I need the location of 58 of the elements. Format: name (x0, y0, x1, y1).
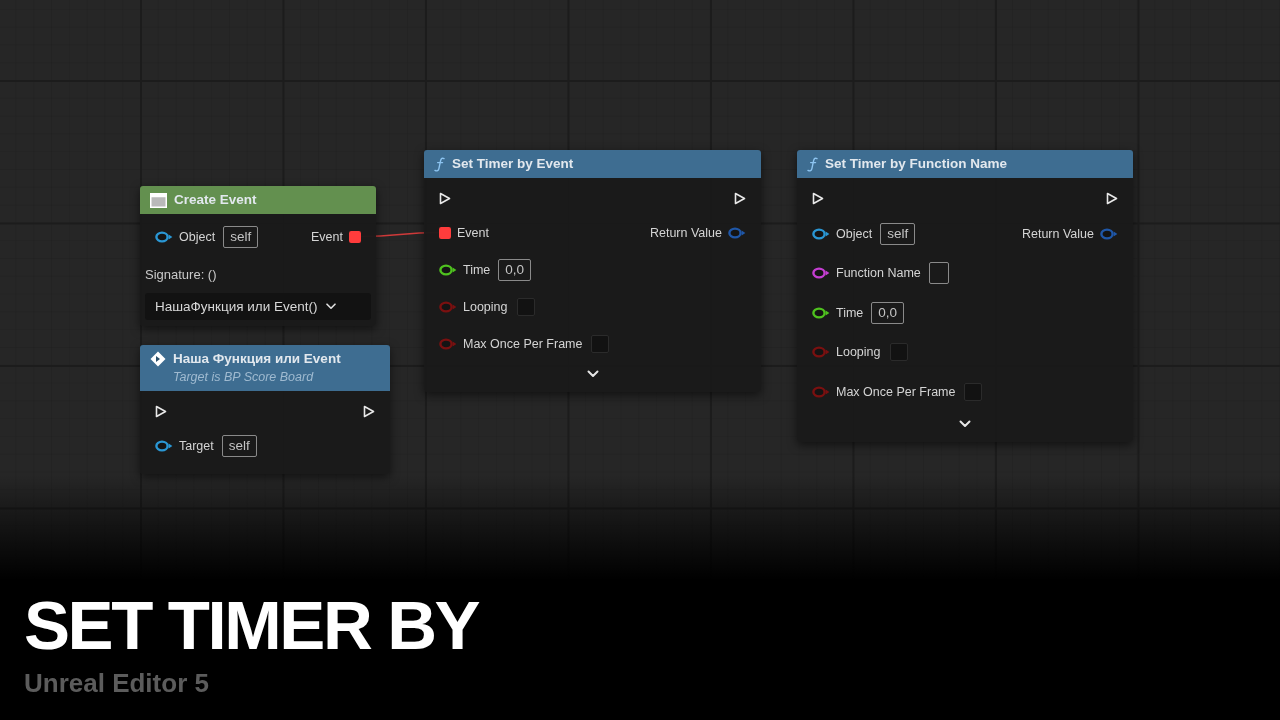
text-field[interactable]: self (221, 434, 257, 457)
signature-label: Signature: () (145, 266, 217, 284)
text-field[interactable]: 0,0 (871, 301, 905, 324)
pin-label: Event (311, 229, 343, 244)
text-field[interactable]: self (223, 225, 259, 248)
triangle-pin-icon[interactable] (812, 191, 824, 205)
pin-label: Looping (463, 299, 508, 314)
triangle-pin-icon[interactable] (363, 404, 375, 418)
graph-node[interactable]: Наша Функция или Event Target is BP Score Board Target self (140, 345, 390, 474)
pin-label: Time (836, 305, 864, 320)
square-pin-icon[interactable] (349, 230, 361, 243)
node-subtitle: Target is BP Score Board (173, 369, 315, 386)
node-title: Наша Функция или Event (173, 350, 341, 368)
checkbox[interactable] (964, 382, 983, 401)
text-field[interactable]: 0,0 (498, 258, 532, 281)
pin-label: Object (179, 229, 216, 244)
checkbox[interactable] (516, 297, 535, 316)
pin-label: Return Value (1021, 226, 1094, 241)
triangle-pin-icon[interactable] (439, 191, 451, 205)
pin-label: Event (457, 225, 489, 240)
node-title: Set Timer by Event (452, 155, 574, 173)
triangle-pin-icon[interactable] (734, 191, 746, 205)
ring-pin-icon[interactable] (155, 439, 173, 452)
graph-node[interactable]: Set Timer by Function Name Object self Return Value Function Name Time 0,0 Looping Max Once Per Frame (797, 150, 1133, 442)
graph-node[interactable]: Set Timer by Event Event Return Value Time 0,0 Looping Max Once Per Frame (424, 150, 761, 392)
pin-label: Function Name (836, 266, 921, 281)
text-field[interactable] (928, 262, 949, 285)
pin-label: Target (179, 438, 214, 453)
triangle-pin-icon[interactable] (155, 404, 167, 418)
caption-title: SET TIMER BY (23, 591, 479, 661)
ring-pin-icon[interactable] (812, 227, 830, 240)
graph-node[interactable]: Create Event Object self Event Signature: () НашаФункция или Event() (140, 186, 376, 326)
checkbox[interactable] (591, 334, 610, 353)
ring-pin-icon[interactable] (155, 230, 173, 243)
chevron-down-icon[interactable] (959, 419, 971, 428)
checkbox[interactable] (889, 343, 908, 362)
chevron-down-icon[interactable] (586, 370, 599, 378)
ring-pin-icon[interactable] (812, 306, 830, 319)
node-title: Set Timer by Function Name (825, 155, 1008, 173)
window-icon (150, 193, 167, 208)
diamond-arrow-icon (150, 351, 166, 367)
ring-pin-icon[interactable] (439, 263, 457, 276)
square-pin-icon[interactable] (439, 226, 451, 239)
pin-label: Return Value (649, 225, 722, 240)
ring-pin-icon[interactable] (812, 267, 830, 280)
pin-label: Max Once Per Frame (463, 336, 583, 351)
pin-label: Max Once Per Frame (836, 384, 956, 399)
pin-label: Time (463, 262, 491, 277)
node-title: Create Event (174, 191, 257, 209)
text-field[interactable]: self (880, 222, 916, 245)
triangle-pin-icon[interactable] (1106, 191, 1118, 205)
function-icon (807, 157, 818, 172)
pin-label: Looping (836, 345, 881, 360)
pin-label: Object (836, 226, 873, 241)
caption-subtitle: Unreal Editor 5 (23, 668, 209, 698)
signature-dropdown[interactable]: НашаФункция или Event() (145, 293, 371, 320)
chevron-down-icon (325, 303, 336, 310)
function-icon (434, 157, 445, 172)
